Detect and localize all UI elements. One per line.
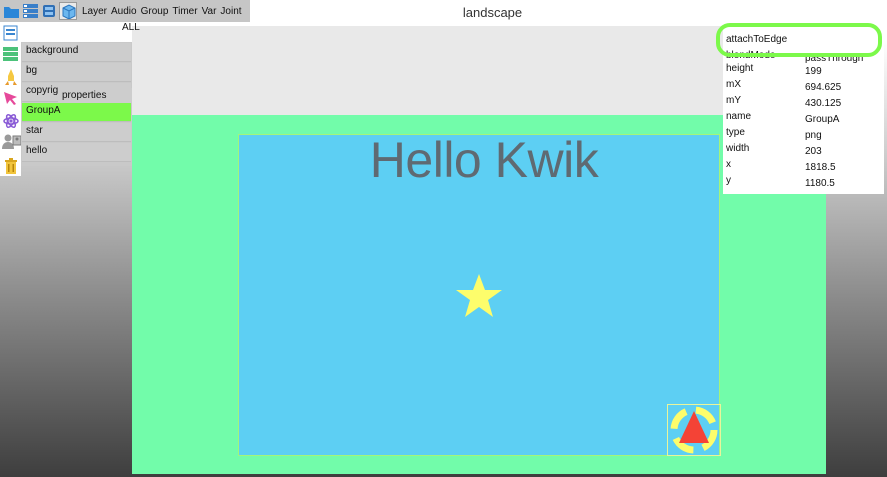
prop-row-my[interactable]: mY 430.125 bbox=[723, 95, 884, 111]
layer-item-groupa[interactable]: GroupA bbox=[22, 103, 131, 122]
database-icon[interactable] bbox=[41, 3, 57, 19]
layer-item-star[interactable]: star bbox=[22, 123, 131, 142]
prop-row-y[interactable]: y 1180.5 bbox=[723, 175, 884, 191]
prop-row-height[interactable]: height 199 bbox=[723, 63, 884, 79]
tab-joint[interactable]: Joint bbox=[220, 6, 241, 17]
tab-audio[interactable]: Audio bbox=[111, 6, 137, 17]
pointer-icon[interactable] bbox=[2, 90, 19, 107]
tab-timer[interactable]: Timer bbox=[172, 6, 197, 17]
prop-name: height bbox=[726, 63, 754, 74]
page-icon[interactable] bbox=[2, 24, 19, 41]
prop-value[interactable]: 203 bbox=[805, 146, 822, 157]
tab-group[interactable]: Group bbox=[141, 6, 169, 17]
prop-value[interactable]: 199 bbox=[805, 66, 822, 77]
rocket-icon[interactable] bbox=[2, 68, 19, 85]
canvas-top-area bbox=[132, 26, 725, 115]
atom-icon[interactable] bbox=[2, 112, 19, 129]
layers-list-icon[interactable] bbox=[22, 3, 38, 19]
rotate-triangle-icon bbox=[670, 406, 718, 454]
filter-all-label[interactable]: ALL bbox=[122, 22, 140, 33]
prop-name: y bbox=[726, 175, 731, 186]
tool-icon-column bbox=[0, 22, 22, 176]
layer-list: background bg copyrig GroupA star hello bbox=[21, 42, 132, 166]
prop-name: name bbox=[726, 111, 752, 122]
prop-row-x[interactable]: x 1818.5 bbox=[723, 159, 884, 175]
users-icon[interactable] bbox=[2, 133, 22, 150]
trash-icon[interactable] bbox=[2, 157, 19, 174]
prop-row-type[interactable]: type png bbox=[723, 127, 884, 143]
folder-icon[interactable] bbox=[3, 3, 19, 19]
window-title: landscape bbox=[250, 0, 735, 26]
attach-to-edge-property[interactable]: attachToEdge bbox=[726, 34, 787, 45]
prop-value[interactable]: 1180.5 bbox=[805, 178, 835, 189]
prop-name: mX bbox=[726, 79, 741, 90]
prop-value[interactable]: GroupA bbox=[805, 114, 839, 125]
tab-var[interactable]: Var bbox=[202, 6, 217, 17]
prop-value[interactable]: 694.625 bbox=[805, 82, 841, 93]
prop-name: type bbox=[726, 127, 745, 138]
group-a-object[interactable] bbox=[667, 404, 721, 456]
cube-icon[interactable] bbox=[59, 2, 77, 20]
layer-item-bg[interactable]: bg bbox=[22, 63, 131, 82]
tab-layer[interactable]: Layer bbox=[82, 6, 107, 17]
hello-heading[interactable]: Hello Kwik bbox=[239, 135, 729, 185]
prop-name: width bbox=[726, 143, 750, 154]
prop-name: x bbox=[726, 159, 731, 170]
prop-value[interactable]: png bbox=[805, 130, 822, 141]
properties-tab[interactable]: properties bbox=[58, 88, 132, 103]
prop-row-mx[interactable]: mX 694.625 bbox=[723, 79, 884, 95]
prop-value[interactable]: 1818.5 bbox=[805, 162, 836, 173]
prop-value[interactable]: 430.125 bbox=[805, 98, 841, 109]
prop-row-name[interactable]: name GroupA bbox=[723, 111, 884, 127]
layer-item-background[interactable]: background bbox=[22, 43, 131, 62]
toolbar: Layer Audio Group Timer Var Joint bbox=[0, 0, 250, 22]
star-icon[interactable] bbox=[455, 273, 503, 319]
prop-row-width[interactable]: width 203 bbox=[723, 143, 884, 159]
prop-name: mY bbox=[726, 95, 741, 106]
list-icon[interactable] bbox=[2, 45, 19, 62]
layer-item-hello[interactable]: hello bbox=[22, 143, 131, 162]
